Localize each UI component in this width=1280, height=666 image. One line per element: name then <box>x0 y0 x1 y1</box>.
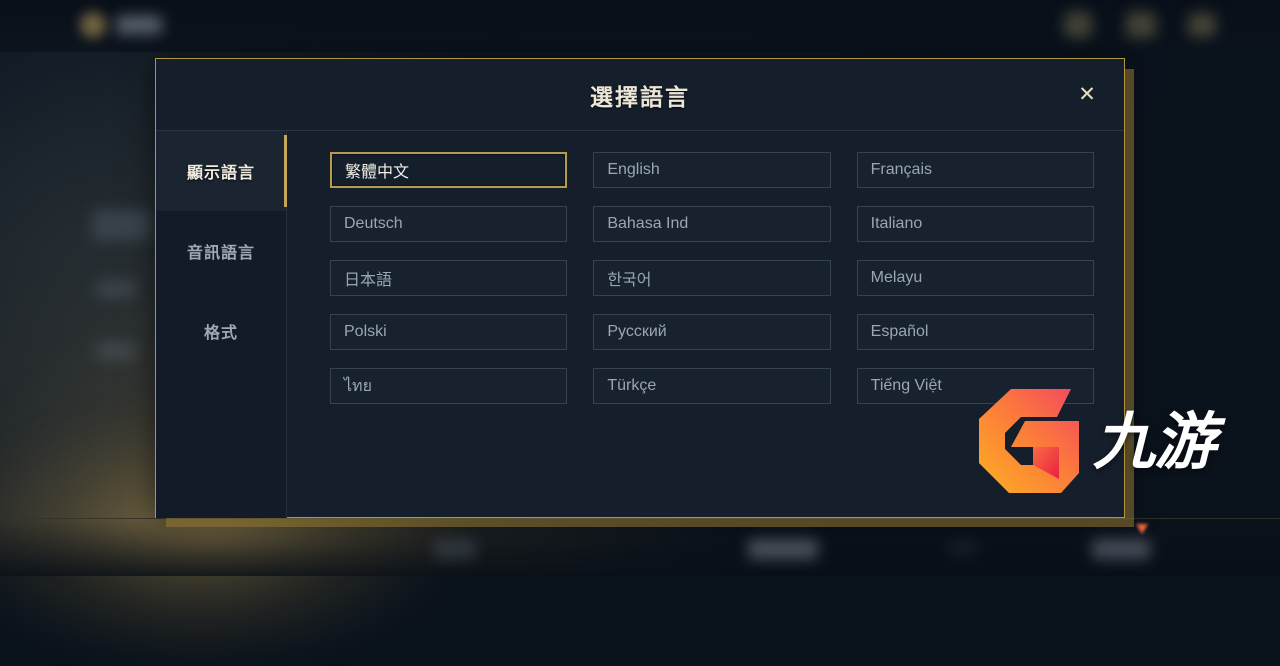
close-icon[interactable]: ✕ <box>1068 76 1106 114</box>
background-menu-item-3 <box>96 342 136 360</box>
language-option-7[interactable]: 한국어 <box>593 260 830 296</box>
topbar-icon-1[interactable] <box>1064 12 1092 38</box>
background-menu-item-1 <box>92 210 152 240</box>
background-menu-item-2 <box>96 280 136 298</box>
background-bottom-bar <box>0 518 1280 576</box>
dialog-body: 顯示語言音訊語言格式 繁體中文 English Français Deutsch Bah… <box>156 131 1124 518</box>
dialog-header: 選擇語言 ✕ <box>156 59 1124 131</box>
language-option-5[interactable]: Italiano <box>857 206 1094 242</box>
language-option-11[interactable]: Español <box>857 314 1094 350</box>
language-option-0[interactable]: 繁體中文 <box>330 152 567 188</box>
select-language-dialog: 選擇語言 ✕ 顯示語言音訊語言格式 繁體中文 English Français Deu… <box>155 58 1125 518</box>
language-option-13[interactable]: Türkçe <box>593 368 830 404</box>
back-arrow-icon[interactable] <box>80 12 106 38</box>
language-option-12[interactable]: ไทย <box>330 368 567 404</box>
language-option-2[interactable]: Français <box>857 152 1094 188</box>
bottom-label-4 <box>1092 539 1150 559</box>
language-option-10[interactable]: Русский <box>593 314 830 350</box>
language-options-grid: 繁體中文 English Français Deutsch Bahasa Ind Ital… <box>287 131 1124 518</box>
topbar-icon-3[interactable] <box>1188 13 1216 37</box>
language-option-3[interactable]: Deutsch <box>330 206 567 242</box>
topbar-icon-2[interactable] <box>1126 12 1156 38</box>
language-option-8[interactable]: Melayu <box>857 260 1094 296</box>
sidebar-item-1[interactable]: 音訊語言 <box>156 211 286 291</box>
sidebar-item-0[interactable]: 顯示語言 <box>156 131 286 211</box>
language-option-4[interactable]: Bahasa Ind <box>593 206 830 242</box>
bottom-label-1 <box>434 539 476 559</box>
screen-title-blob <box>116 16 162 34</box>
page-title: 選擇語言 <box>590 78 690 112</box>
language-option-6[interactable]: 日本語 <box>330 260 567 296</box>
sidebar-item-2[interactable]: 格式 <box>156 291 286 371</box>
bottom-label-2 <box>748 539 818 559</box>
background-top-bar <box>0 0 1280 52</box>
language-option-1[interactable]: English <box>593 152 830 188</box>
bottom-indicator-arrow-icon <box>1136 524 1148 534</box>
dialog-sidebar: 顯示語言音訊語言格式 <box>156 131 287 518</box>
language-option-14[interactable]: Tiếng Việt <box>857 368 1094 404</box>
language-option-9[interactable]: Polski <box>330 314 567 350</box>
bottom-label-3 <box>948 541 978 555</box>
